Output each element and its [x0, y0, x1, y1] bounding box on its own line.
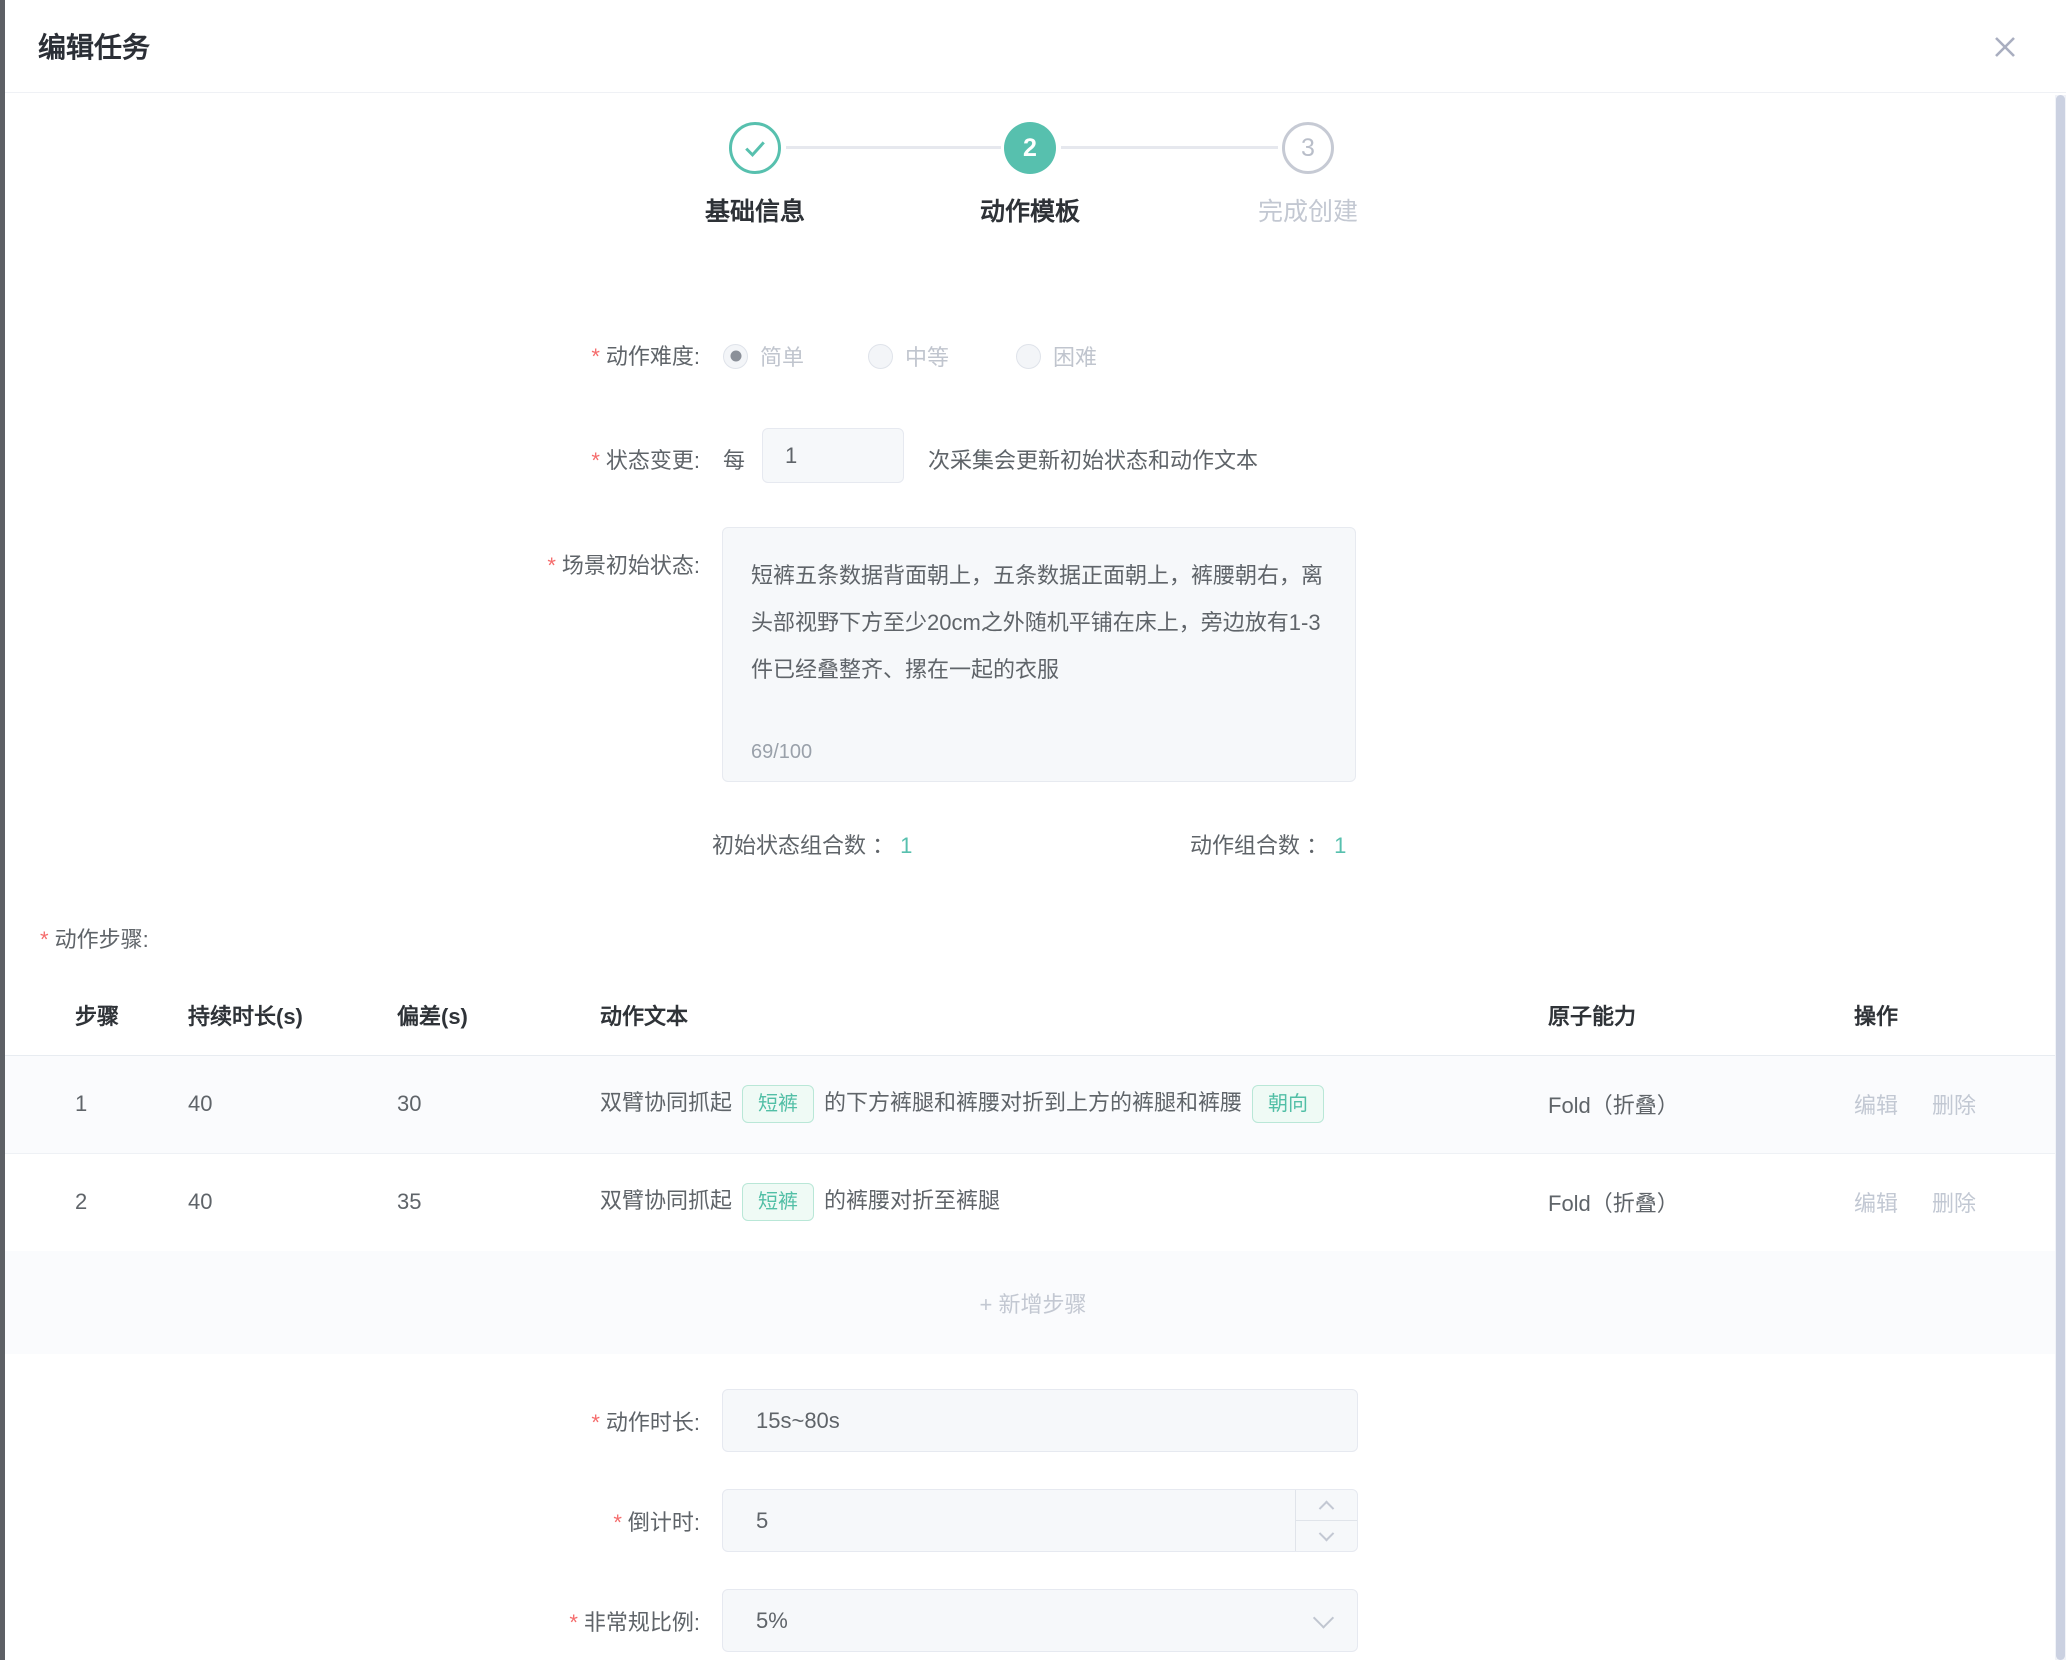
action-combo-value: 1	[1334, 833, 1346, 858]
action-duration-input[interactable]: 15s~80s	[722, 1389, 1358, 1452]
action-duration-label: *动作时长:	[260, 1405, 700, 1437]
col-header-ops: 操作	[1854, 975, 2066, 1055]
state-change-prefix: 每	[723, 443, 745, 475]
spinner-increase-button[interactable]	[1296, 1490, 1357, 1521]
orientation-tag: 朝向	[1252, 1085, 1324, 1123]
cell-ability: Fold（折叠）	[1548, 1153, 1854, 1251]
table-row-1: 1 40 30 双臂协同抓起短裤的下方裤腿和裤腰对折到上方的裤腿和裤腰朝向 Fo…	[0, 1055, 2066, 1153]
action-steps-label: *动作步骤:	[40, 922, 149, 954]
initial-combo-count: 初始状态组合数 ：1	[712, 828, 912, 860]
textarea-counter: 69/100	[751, 741, 812, 764]
col-header-text: 动作文本	[600, 975, 1548, 1055]
radio-label-easy: 简单	[760, 340, 804, 372]
step-1-label: 基础信息	[635, 192, 875, 228]
add-step-button[interactable]: + 新增步骤	[0, 1251, 2066, 1354]
scene-initial-textarea-wrap: 短裤五条数据背面朝上，五条数据正面朝上，裤腰朝右，离头部视野下方至少20cm之外…	[722, 527, 1356, 782]
col-header-duration: 持续时长(s)	[188, 975, 397, 1055]
step-1-circle	[729, 122, 781, 174]
initial-combo-value: 1	[900, 833, 912, 858]
unusual-ratio-label: *非常规比例:	[260, 1605, 700, 1637]
delete-link[interactable]: 删除	[1932, 1093, 1976, 1118]
step-3-number: 3	[1301, 134, 1315, 163]
chevron-down-icon	[1313, 1607, 1334, 1628]
radio-option-hard[interactable]: 困难	[1016, 340, 1097, 372]
scrollbar-thumb[interactable]	[2056, 95, 2065, 1660]
close-button[interactable]	[1986, 28, 2024, 66]
col-header-deviation: 偏差(s)	[397, 975, 600, 1055]
cell-ability: Fold（折叠）	[1548, 1055, 1854, 1153]
spinner-decrease-button[interactable]	[1296, 1521, 1357, 1551]
cell-step: 2	[0, 1153, 188, 1251]
radio-checked-icon[interactable]	[723, 344, 748, 369]
cell-ops: 编辑 删除	[1854, 1153, 2066, 1251]
state-change-label: *状态变更:	[260, 443, 700, 475]
cell-deviation: 30	[397, 1055, 600, 1153]
radio-label-hard: 困难	[1053, 340, 1097, 372]
action-combo-count: 动作组合数 ：1	[1190, 828, 1346, 860]
object-tag: 短裤	[742, 1085, 814, 1123]
action-steps-table: 步骤 持续时长(s) 偏差(s) 动作文本 原子能力 操作 1 40 30 双臂…	[0, 975, 2066, 1252]
stepper-connector-2	[1061, 146, 1278, 149]
required-marker: *	[591, 344, 600, 369]
close-icon	[1988, 30, 2022, 64]
step-3-label: 完成创建	[1188, 192, 1428, 228]
stepper-connector-1	[786, 146, 1001, 149]
number-spinner	[1295, 1490, 1357, 1551]
step-2-label: 动作模板	[910, 192, 1150, 228]
scene-initial-textarea[interactable]: 短裤五条数据背面朝上，五条数据正面朝上，裤腰朝右，离头部视野下方至少20cm之外…	[722, 527, 1356, 782]
scrollbar[interactable]	[2055, 95, 2066, 1660]
chevron-up-icon	[1319, 1500, 1335, 1516]
cell-deviation: 35	[397, 1153, 600, 1251]
check-icon	[740, 133, 770, 163]
edit-task-dialog: 编辑任务 2 3 基础信息 动作模板 完成创建 *动作难度: 简单 中等 困难	[0, 0, 2066, 1660]
unusual-ratio-select[interactable]: 5%	[722, 1589, 1358, 1652]
countdown-label: *倒计时:	[260, 1505, 700, 1537]
radio-unchecked-icon[interactable]	[868, 344, 893, 369]
dialog-title: 编辑任务	[38, 26, 150, 66]
cell-ops: 编辑 删除	[1854, 1055, 2066, 1153]
step-2-number: 2	[1023, 134, 1037, 163]
col-header-step: 步骤	[0, 975, 188, 1055]
cell-duration: 40	[188, 1153, 397, 1251]
edit-link[interactable]: 编辑	[1854, 1093, 1898, 1118]
step-2-circle: 2	[1004, 122, 1056, 174]
cell-duration: 40	[188, 1055, 397, 1153]
table-row-2: 2 40 35 双臂协同抓起短裤的裤腰对折至裤腿 Fold（折叠） 编辑 删除	[0, 1153, 2066, 1251]
radio-option-medium[interactable]: 中等	[868, 340, 949, 372]
cell-action-text: 双臂协同抓起短裤的裤腰对折至裤腿	[600, 1153, 1548, 1251]
col-header-ability: 原子能力	[1548, 975, 1854, 1055]
radio-unchecked-icon[interactable]	[1016, 344, 1041, 369]
chevron-down-icon	[1319, 1525, 1335, 1541]
step-3-circle: 3	[1282, 122, 1334, 174]
cell-step: 1	[0, 1055, 188, 1153]
scene-initial-label: *场景初始状态:	[260, 548, 700, 580]
state-change-suffix: 次采集会更新初始状态和动作文本	[928, 443, 1258, 475]
dialog-header: 编辑任务	[0, 0, 2066, 93]
object-tag: 短裤	[742, 1183, 814, 1221]
delete-link[interactable]: 删除	[1932, 1191, 1976, 1216]
countdown-input[interactable]: 5	[722, 1489, 1358, 1552]
difficulty-label: *动作难度:	[260, 339, 700, 371]
radio-option-easy[interactable]: 简单	[723, 340, 804, 372]
edit-link[interactable]: 编辑	[1854, 1191, 1898, 1216]
cell-action-text: 双臂协同抓起短裤的下方裤腿和裤腰对折到上方的裤腿和裤腰朝向	[600, 1055, 1548, 1153]
state-change-input[interactable]: 1	[762, 428, 904, 483]
background-page-edge	[0, 0, 5, 1660]
table-header-row: 步骤 持续时长(s) 偏差(s) 动作文本 原子能力 操作	[0, 975, 2066, 1055]
radio-label-medium: 中等	[905, 340, 949, 372]
